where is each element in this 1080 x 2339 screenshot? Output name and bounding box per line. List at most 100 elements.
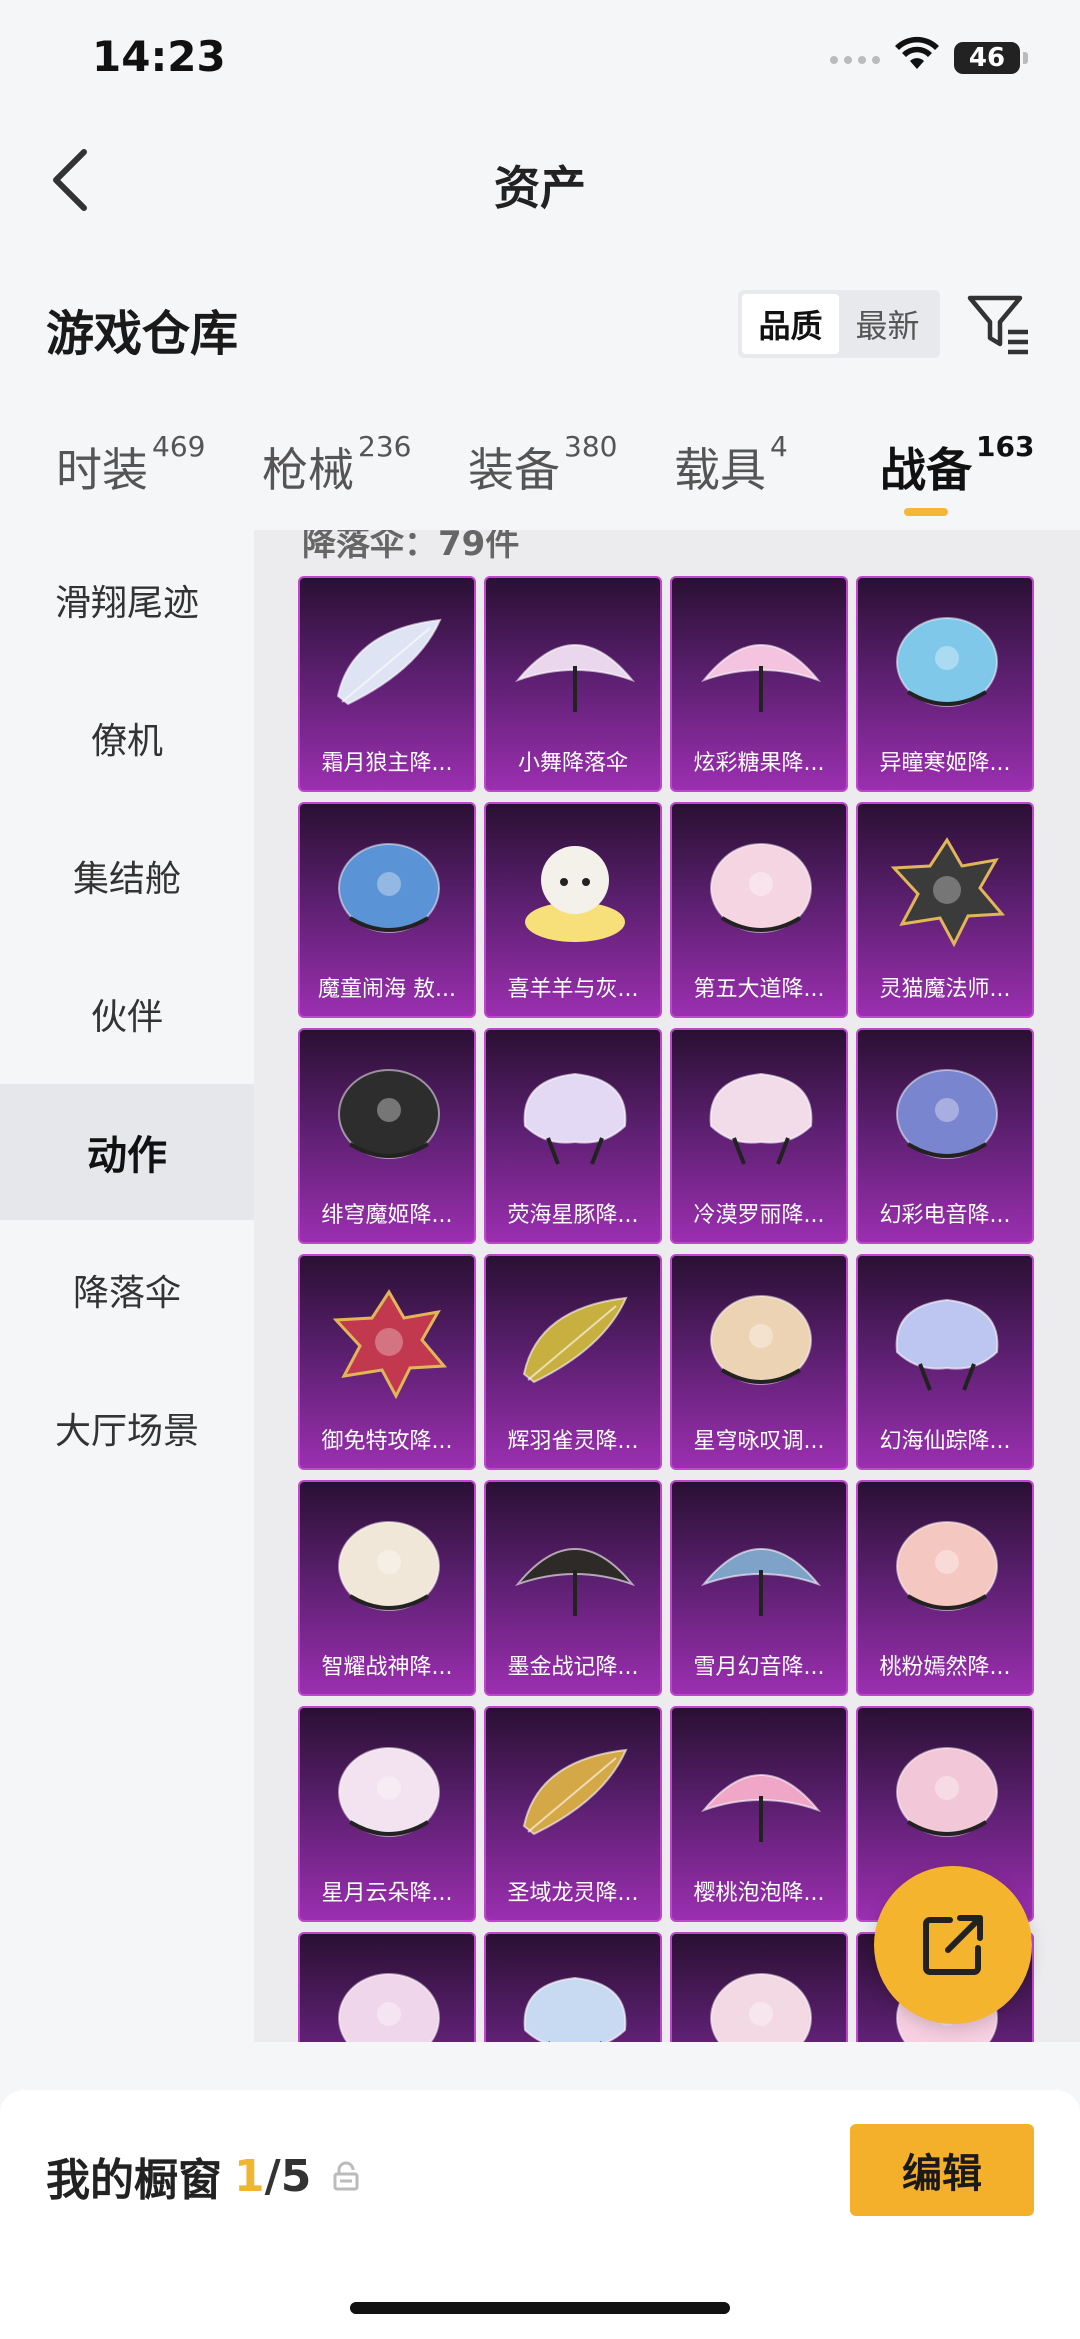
sidebar-item-lobby-scene[interactable]: 大厅场景: [0, 1360, 254, 1496]
parachute-card[interactable]: 魔童闹海 敖...: [298, 802, 476, 1018]
sort-by-quality[interactable]: 品质: [742, 294, 839, 354]
parachute-name: 魔童闹海 敖...: [318, 977, 456, 1002]
parachute-name: 荧海星豚降...: [507, 1203, 639, 1228]
parachute-art: [710, 1973, 812, 2042]
parachute-card[interactable]: 圣域龙灵降...: [484, 1706, 662, 1922]
sort-by-newest[interactable]: 最新: [839, 294, 936, 354]
parachute-card[interactable]: 桃粉嫣然降...: [856, 1480, 1034, 1696]
parachute-art: [523, 1976, 627, 2042]
tab-equipment[interactable]: 装备 380: [468, 430, 617, 500]
parachute-card[interactable]: 幻海仙踪降...: [856, 1254, 1034, 1470]
parachute-card[interactable]: 樱桃泡泡降...: [670, 1706, 848, 1922]
share-button[interactable]: [874, 1866, 1032, 2024]
tab-weapons[interactable]: 枪械 236: [262, 430, 411, 500]
tab-label: 载具: [674, 443, 766, 497]
tab-vehicles[interactable]: 载具 4: [674, 430, 788, 500]
tab-count: 4: [770, 430, 788, 463]
sidebar-item-wingman[interactable]: 僚机: [0, 670, 254, 806]
parachute-art: [890, 837, 1006, 948]
sidebar-item-companion[interactable]: 伙伴: [0, 946, 254, 1082]
parachute-card[interactable]: 灵猫魔法师...: [856, 802, 1034, 1018]
sidebar-item-rally-pod[interactable]: 集结舱: [0, 808, 254, 944]
item-panel: 降落伞：79件 霜月狼主降... 小舞降落伞 炫彩糖果降... 异瞳寒姬降...…: [254, 530, 1080, 2042]
parachute-name: 幻海仙踪降...: [879, 1429, 1011, 1454]
parachute-card[interactable]: 辉羽雀灵降...: [484, 1254, 662, 1470]
parachute-card[interactable]: 星月云朵降...: [298, 1706, 476, 1922]
parachute-card[interactable]: 星穹咏叹调...: [670, 1254, 848, 1470]
page-title: 资产: [494, 161, 586, 215]
sidebar-item-glide-trail[interactable]: 滑翔尾迹: [0, 532, 254, 668]
showcase-current: 1: [234, 2150, 265, 2202]
parachute-art: [338, 1069, 440, 1159]
sidebar-item-emote[interactable]: 动作: [0, 1084, 254, 1220]
parachute-card[interactable]: 第五大道降...: [670, 802, 848, 1018]
parachute-card[interactable]: 荧海星豚降...: [484, 1028, 662, 1244]
parachute-card[interactable]: 冷漠罗丽降...: [670, 1028, 848, 1244]
parachute-art: [523, 1072, 627, 1165]
parachute-art: [700, 644, 822, 712]
parachute-card[interactable]: 小舞降落伞: [484, 576, 662, 792]
parachute-art: [514, 644, 636, 712]
parachute-art: [338, 1747, 440, 1837]
parachute-art: [338, 843, 440, 933]
parachute-card[interactable]: 墨金战记降...: [484, 1480, 662, 1696]
tab-readiness[interactable]: 战备 163: [880, 430, 1034, 500]
parachute-name: 御免特攻降...: [321, 1429, 453, 1454]
parachute-name: 墨金战记降...: [507, 1655, 639, 1680]
parachute-name: 喜羊羊与灰...: [507, 977, 639, 1002]
edit-button[interactable]: 编辑: [850, 2124, 1034, 2216]
parachute-art: [895, 1298, 999, 1391]
parachute-card[interactable]: [484, 1932, 662, 2042]
parachute-name: 绯穹魔姬降...: [321, 1203, 453, 1228]
parachute-card[interactable]: 霜月狼主降...: [298, 576, 476, 792]
warehouse-section: 游戏仓库 品质 最新: [0, 270, 1080, 380]
parachute-card[interactable]: 绯穹魔姬降...: [298, 1028, 476, 1244]
parachute-name: 小舞降落伞: [517, 751, 628, 776]
parachute-name: 灵猫魔法师...: [879, 977, 1011, 1002]
item-count-label: 降落伞：79件: [302, 530, 520, 564]
parachute-name: 辉羽雀灵降...: [507, 1429, 639, 1454]
home-indicator: [350, 2302, 730, 2314]
parachute-art: [338, 1521, 440, 1611]
parachute-name: 圣域龙灵降...: [507, 1881, 639, 1906]
parachute-art: [710, 843, 812, 933]
parachute-art: [336, 618, 442, 706]
parachute-art: [522, 1296, 628, 1384]
parachute-art: [709, 1072, 813, 1165]
tab-label: 时装: [56, 443, 148, 497]
parachute-card[interactable]: 御免特攻降...: [298, 1254, 476, 1470]
tab-fashion[interactable]: 时装 469: [56, 430, 205, 500]
parachute-art: [896, 1069, 998, 1159]
parachute-card[interactable]: 炫彩糖果降...: [670, 576, 848, 792]
parachute-name: 星月云朵降...: [321, 1881, 453, 1906]
tab-label: 战备: [880, 443, 972, 497]
share-icon: [923, 1915, 983, 1975]
parachute-name: 樱桃泡泡降...: [693, 1881, 825, 1906]
parachute-card[interactable]: [670, 1932, 848, 2042]
section-heading: 游戏仓库: [46, 306, 239, 362]
showcase-info: 我的橱窗 1 /5: [46, 2144, 359, 2208]
parachute-name: 炫彩糖果降...: [693, 751, 825, 776]
parachute-card[interactable]: 幻彩电音降...: [856, 1028, 1034, 1244]
parachute-name: 异瞳寒姬降...: [879, 751, 1011, 776]
category-tabs: 时装 469 枪械 236 装备 380 载具 4 战备 163: [0, 420, 1080, 530]
parachute-art: [896, 1521, 998, 1611]
parachute-card[interactable]: 智耀战神降...: [298, 1480, 476, 1696]
parachute-name: 第五大道降...: [693, 977, 825, 1002]
filter-icon[interactable]: [966, 292, 1032, 358]
parachute-name: 冷漠罗丽降...: [693, 1203, 825, 1228]
parachute-card[interactable]: [298, 1932, 476, 2042]
tab-count: 469: [152, 430, 206, 463]
parachute-name: 智耀战神降...: [321, 1655, 453, 1680]
sort-toggle: 品质 最新: [738, 290, 940, 358]
status-time: 14:23: [92, 32, 226, 81]
wifi-icon: [895, 36, 939, 69]
parachute-card[interactable]: 雪月幻音降...: [670, 1480, 848, 1696]
sidebar-item-parachute[interactable]: 降落伞: [0, 1222, 254, 1358]
parachute-name: 雪月幻音降...: [693, 1655, 825, 1680]
parachute-card[interactable]: 异瞳寒姬降...: [856, 576, 1034, 792]
parachute-name: 桃粉嫣然降...: [879, 1655, 1011, 1680]
parachute-card[interactable]: 喜羊羊与灰...: [484, 802, 662, 1018]
lock-icon: [333, 2161, 359, 2191]
battery-indicator: 46: [954, 42, 1028, 74]
